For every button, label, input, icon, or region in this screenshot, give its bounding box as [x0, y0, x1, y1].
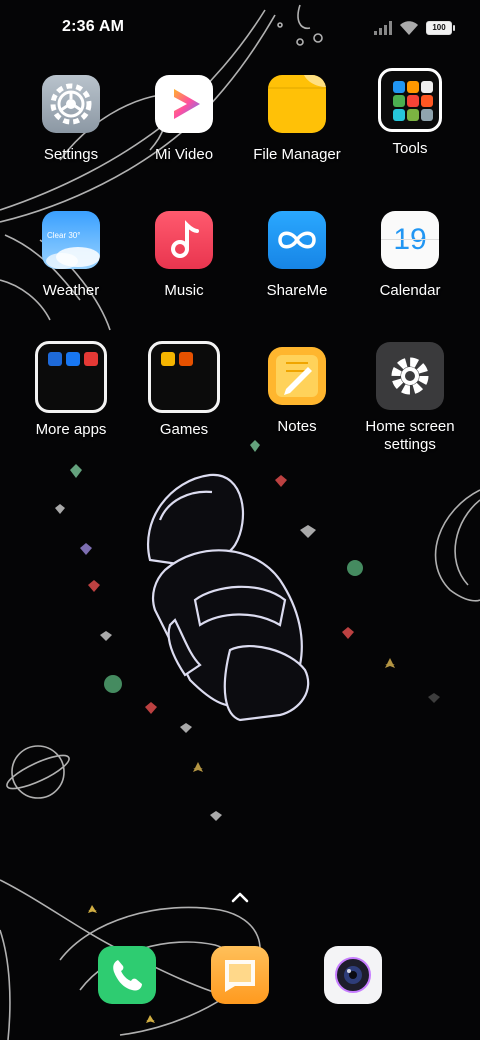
app-label: Calendar [379, 282, 441, 299]
tools-folder-icon [378, 68, 442, 132]
app-drawer-chevron-icon[interactable] [230, 890, 250, 904]
app-label: Home screen settings [365, 418, 455, 453]
notes-pencil-icon [268, 347, 326, 405]
app-label: Weather [42, 282, 100, 299]
calendar-icon: 19 [381, 211, 439, 269]
app-file-manager[interactable]: File Manager [237, 75, 357, 164]
settings-gear-icon [42, 75, 100, 133]
camera-icon [324, 946, 382, 1004]
app-music[interactable]: Music [124, 211, 244, 300]
app-label: Tools [392, 140, 428, 157]
app-label: Notes [277, 418, 317, 435]
games-folder-icon [148, 341, 220, 413]
app-settings[interactable]: Settings [11, 75, 131, 164]
status-bar: 2:36 AM 100 [0, 0, 480, 56]
more-apps-folder-icon [35, 341, 107, 413]
app-tools-folder[interactable]: Tools [350, 68, 470, 158]
app-games-folder[interactable]: Games [124, 341, 244, 439]
mi-video-play-icon [155, 75, 213, 133]
app-mi-video[interactable]: Mi Video [124, 75, 244, 164]
dock-messages[interactable] [211, 946, 269, 1004]
app-weather[interactable]: Clear 30° Weather [11, 211, 131, 300]
app-label: Music [164, 282, 204, 299]
dock-phone[interactable] [98, 946, 156, 1004]
calendar-day: 19 [393, 223, 427, 256]
signal-icon [374, 21, 392, 35]
battery-icon: 100 [426, 21, 455, 35]
shareme-infinity-icon [268, 211, 326, 269]
app-label: Games [159, 421, 209, 438]
app-home-screen-settings[interactable]: Home screen settings [350, 342, 470, 454]
phone-icon [98, 946, 156, 1004]
home-settings-gear-icon [376, 342, 444, 410]
status-time: 2:36 AM [62, 18, 125, 35]
messages-icon [211, 946, 269, 1004]
weather-cloud-icon: Clear 30° [42, 211, 100, 269]
battery-level: 100 [432, 23, 446, 32]
music-note-icon [155, 211, 213, 269]
app-label: File Manager [253, 146, 341, 163]
app-notes[interactable]: Notes [237, 347, 357, 436]
dock-camera[interactable] [324, 946, 382, 1004]
app-label: Mi Video [154, 146, 214, 163]
status-icons: 100 [374, 18, 455, 38]
app-shareme[interactable]: ShareMe [237, 211, 357, 300]
app-label: More apps [35, 421, 107, 438]
app-more-apps-folder[interactable]: More apps [11, 341, 131, 439]
app-label: Settings [43, 146, 99, 163]
file-folder-icon [268, 75, 326, 133]
app-label: ShareMe [266, 282, 328, 299]
wifi-icon [400, 21, 418, 35]
app-calendar[interactable]: 19 Calendar [350, 211, 470, 300]
